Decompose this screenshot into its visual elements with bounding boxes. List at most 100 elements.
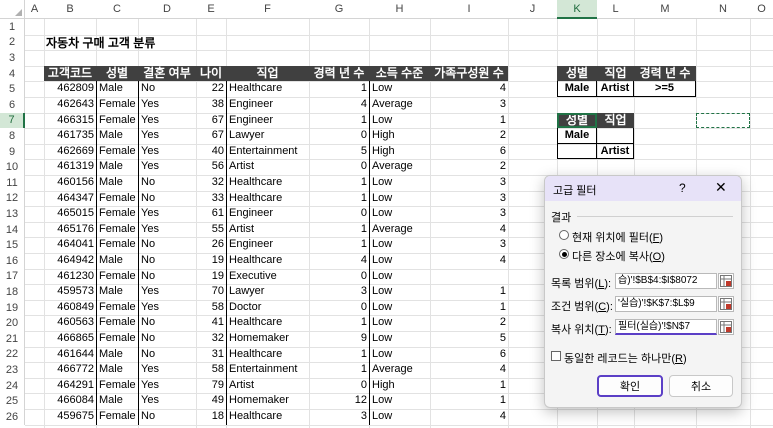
row-header-14[interactable]: 14 bbox=[0, 221, 25, 238]
table-cell[interactable]: Female bbox=[96, 190, 138, 207]
help-icon[interactable]: ? bbox=[679, 181, 686, 195]
column-header-l[interactable]: L bbox=[597, 0, 634, 19]
table-cell[interactable]: 1 bbox=[430, 300, 508, 316]
table-cell[interactable]: 466315 bbox=[44, 113, 96, 129]
table-cell[interactable]: 465176 bbox=[44, 222, 96, 238]
table-cell[interactable]: Yes bbox=[138, 299, 196, 316]
table-cell[interactable]: 0 bbox=[309, 269, 369, 285]
row-header-4[interactable]: 4 bbox=[0, 65, 25, 82]
table-cell[interactable]: 58 bbox=[196, 300, 226, 316]
row-header-18[interactable]: 18 bbox=[0, 284, 25, 300]
table-cell[interactable]: 459675 bbox=[44, 409, 96, 425]
table-cell[interactable]: Male bbox=[96, 81, 138, 97]
table-cell[interactable]: Yes bbox=[138, 159, 196, 175]
table-cell[interactable]: 79 bbox=[196, 378, 226, 394]
column-header-n[interactable]: N bbox=[696, 0, 750, 19]
table-cell[interactable]: 6 bbox=[430, 347, 508, 363]
column-header-e[interactable]: E bbox=[196, 0, 226, 19]
table-cell[interactable]: 61 bbox=[196, 206, 226, 222]
table-cell[interactable]: 1 bbox=[309, 362, 369, 378]
table-cell[interactable]: Average bbox=[369, 97, 430, 113]
table-cell[interactable]: 1 bbox=[309, 315, 369, 331]
table-cell[interactable]: 1 bbox=[309, 113, 369, 129]
table-cell[interactable]: Female bbox=[96, 112, 138, 129]
table-cell[interactable]: 3 bbox=[430, 175, 508, 191]
table-cell[interactable]: Healthcare bbox=[226, 81, 309, 97]
table-cell[interactable]: 2 bbox=[430, 128, 508, 144]
column-header-b[interactable]: B bbox=[44, 0, 96, 19]
table-header-cell[interactable]: 결혼 여부 bbox=[138, 65, 196, 82]
table-cell[interactable]: Artist bbox=[226, 377, 309, 394]
table-cell[interactable]: Male bbox=[96, 284, 138, 300]
criteria-value-cell[interactable]: >=5 bbox=[634, 81, 696, 97]
table-cell[interactable]: 1 bbox=[430, 393, 508, 409]
ok-button[interactable]: 확인 bbox=[597, 375, 663, 397]
table-cell[interactable]: No bbox=[138, 81, 196, 97]
table-cell[interactable]: Low bbox=[369, 299, 430, 316]
table-cell[interactable]: 26 bbox=[196, 237, 226, 253]
table-cell[interactable]: 4 bbox=[430, 81, 508, 97]
table-cell[interactable]: Male bbox=[96, 362, 138, 378]
table-cell[interactable]: 31 bbox=[196, 347, 226, 363]
row-header-15[interactable]: 15 bbox=[0, 237, 25, 253]
table-cell[interactable]: 4 bbox=[309, 97, 369, 113]
table-cell[interactable]: 3 bbox=[309, 409, 369, 425]
table-cell[interactable]: 464347 bbox=[44, 191, 96, 207]
table-cell[interactable]: 32 bbox=[196, 331, 226, 347]
row-header-12[interactable]: 12 bbox=[0, 190, 25, 207]
table-cell[interactable]: Yes bbox=[138, 284, 196, 300]
table-cell[interactable]: 19 bbox=[196, 253, 226, 269]
copy-to-location-label[interactable]: 다른 장소에 복사(O) bbox=[572, 248, 665, 264]
table-cell[interactable]: Healthcare bbox=[226, 253, 309, 269]
table-cell[interactable]: 466865 bbox=[44, 331, 96, 347]
table-header-cell[interactable]: 나이 bbox=[196, 65, 226, 82]
table-cell[interactable]: No bbox=[138, 175, 196, 191]
criteria-header-cell[interactable]: 경력 년 수 bbox=[634, 65, 696, 82]
table-cell[interactable]: Female bbox=[96, 97, 138, 113]
table-cell[interactable]: Engineer bbox=[226, 112, 309, 129]
row-header-1[interactable]: 1 bbox=[0, 19, 25, 35]
table-cell[interactable]: Low bbox=[369, 268, 430, 285]
column-header-i[interactable]: I bbox=[430, 0, 508, 19]
table-cell[interactable]: High bbox=[369, 143, 430, 160]
table-cell[interactable]: Male bbox=[96, 393, 138, 409]
row-header-5[interactable]: 5 bbox=[0, 81, 25, 97]
table-cell[interactable]: 67 bbox=[196, 128, 226, 144]
row-header-16[interactable]: 16 bbox=[0, 253, 25, 269]
table-cell[interactable]: Female bbox=[96, 206, 138, 222]
cancel-button[interactable]: 취소 bbox=[669, 375, 733, 397]
table-cell[interactable]: 0 bbox=[309, 206, 369, 222]
table-cell[interactable]: 462809 bbox=[44, 81, 96, 97]
table-cell[interactable]: Lawyer bbox=[226, 284, 309, 300]
table-cell[interactable]: Healthcare bbox=[226, 409, 309, 425]
row-header-3[interactable]: 3 bbox=[0, 50, 25, 66]
table-cell[interactable]: Low bbox=[369, 190, 430, 207]
row-header-25[interactable]: 25 bbox=[0, 393, 25, 409]
table-cell[interactable]: 461230 bbox=[44, 269, 96, 285]
table-cell[interactable]: 466084 bbox=[44, 393, 96, 409]
column-header-j[interactable]: J bbox=[508, 0, 557, 19]
table-cell[interactable]: 459573 bbox=[44, 284, 96, 300]
table-cell[interactable]: 464041 bbox=[44, 237, 96, 253]
column-header-f[interactable]: F bbox=[226, 0, 309, 19]
table-cell[interactable]: Doctor bbox=[226, 299, 309, 316]
table-cell[interactable]: Female bbox=[96, 268, 138, 285]
table-cell[interactable]: Low bbox=[369, 315, 430, 331]
table-cell[interactable]: No bbox=[138, 253, 196, 269]
table-cell[interactable]: 1 bbox=[430, 284, 508, 300]
table-cell[interactable]: 19 bbox=[196, 269, 226, 285]
table-cell[interactable]: Male bbox=[96, 346, 138, 363]
table-cell[interactable]: Average bbox=[369, 362, 430, 378]
table-cell[interactable]: 4 bbox=[309, 253, 369, 269]
table-cell[interactable]: Male bbox=[96, 175, 138, 191]
criteria-range-collapse-button[interactable] bbox=[718, 296, 734, 312]
table-cell[interactable]: 460563 bbox=[44, 315, 96, 331]
unique-records-label[interactable]: 동일한 레코드는 하나만(R) bbox=[564, 350, 687, 366]
table-cell[interactable]: 461735 bbox=[44, 128, 96, 144]
table-cell[interactable]: Healthcare bbox=[226, 190, 309, 207]
table-cell[interactable]: Engineer bbox=[226, 237, 309, 253]
table-cell[interactable]: No bbox=[138, 409, 196, 425]
table-cell[interactable]: 22 bbox=[196, 81, 226, 97]
criteria-range-input[interactable]: '실습)'!$K$7:$L$9 bbox=[615, 296, 717, 312]
copy-to-collapse-button[interactable] bbox=[718, 319, 734, 335]
